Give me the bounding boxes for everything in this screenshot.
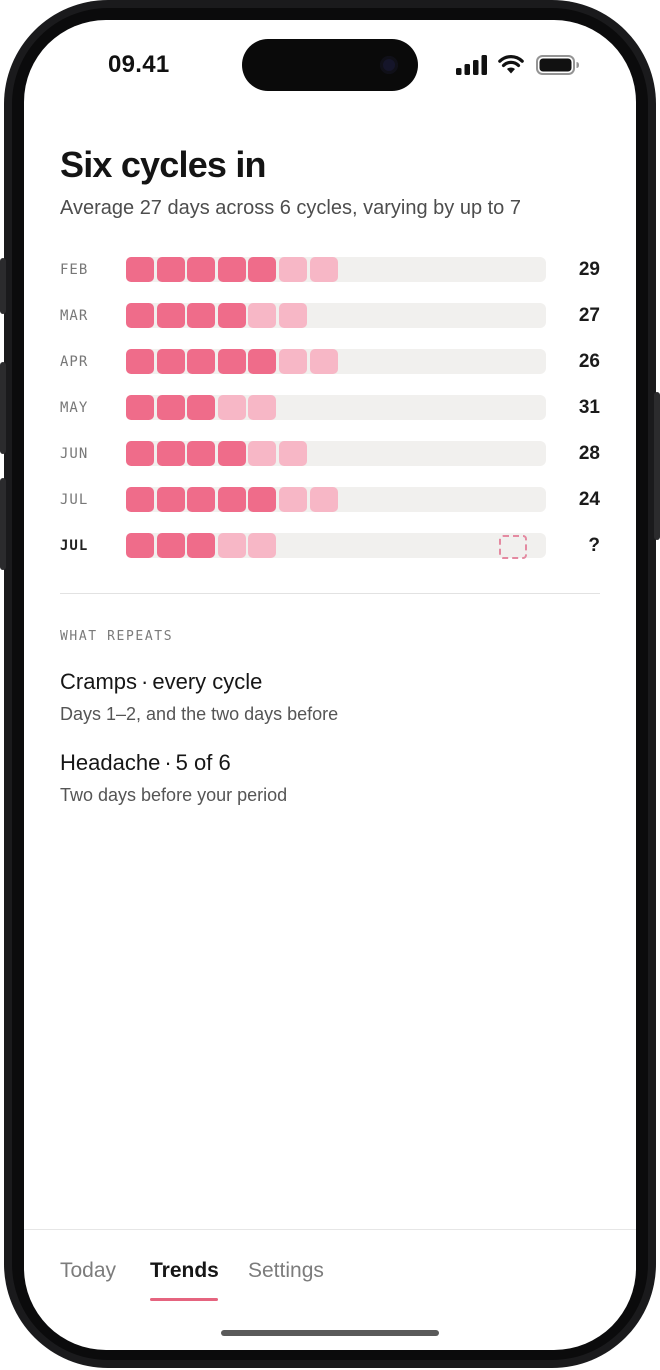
separator-dot: ·: [164, 750, 172, 775]
period-day-light: [279, 441, 307, 466]
pattern-detail: Two days before your period: [60, 785, 288, 805]
status-time: 09.41: [108, 51, 170, 78]
active-tab-indicator: [150, 1298, 218, 1301]
period-day-heavy: [187, 303, 216, 328]
period-day-light: [279, 303, 307, 328]
period-day-heavy: [156, 487, 185, 512]
period-day-heavy: [187, 395, 216, 420]
cycle-month-label: MAY: [60, 400, 89, 416]
period-day-heavy: [217, 441, 246, 466]
period-day-heavy: [126, 349, 154, 374]
period-day-light: [279, 349, 307, 374]
symptom-frequency: every cycle: [152, 669, 263, 694]
period-day-heavy: [187, 533, 216, 558]
period-day-light: [248, 533, 277, 558]
cycle-length: ?: [588, 535, 600, 556]
front-camera: [380, 56, 398, 74]
cycle-row: FEB 29: [60, 256, 600, 284]
pattern-detail: Days 1–2, and the two days before: [60, 704, 339, 724]
period-day-heavy: [126, 533, 154, 558]
cycle-month-label: JUN: [60, 446, 89, 462]
period-day-light: [248, 395, 277, 420]
period-day-heavy: [156, 349, 185, 374]
period-day-heavy: [217, 303, 246, 328]
symptom-name: Headache: [60, 750, 161, 775]
period-day-heavy: [217, 487, 246, 512]
period-day-light: [309, 487, 338, 512]
period-day-heavy: [187, 257, 216, 282]
period-day-heavy: [156, 257, 185, 282]
volume-up-button: [0, 362, 6, 454]
cycle-length: 31: [578, 397, 600, 418]
period-day-heavy: [187, 441, 216, 466]
tab-settings[interactable]: Settings: [248, 1259, 324, 1283]
dynamic-island: [242, 39, 418, 91]
cycle-row: JUN 28: [60, 440, 600, 468]
period-day-heavy: [248, 487, 277, 512]
cycle-length: 26: [578, 351, 600, 372]
cycle-month-label: APR: [60, 354, 89, 370]
period-day-heavy: [187, 487, 216, 512]
separator-dot: ·: [141, 669, 149, 694]
period-day-heavy: [156, 303, 185, 328]
cycle-length: 24: [578, 489, 600, 510]
period-day-heavy: [126, 257, 154, 282]
cycle-row-current: JUL?: [60, 532, 600, 560]
cycle-row: MAY 31: [60, 394, 600, 422]
period-day-heavy: [187, 349, 216, 374]
period-day-light: [309, 257, 338, 282]
app-screen: 09.41 Six cycles in Average 27 days acro…: [24, 20, 636, 1350]
cycle-length: 29: [578, 259, 600, 280]
cycle-month-label: JUL: [60, 492, 89, 508]
period-day-heavy: [126, 441, 154, 466]
period-day-heavy: [126, 487, 154, 512]
home-indicator[interactable]: [221, 1330, 439, 1336]
cellular-signal-icon: [456, 55, 487, 75]
period-day-heavy: [217, 257, 246, 282]
period-day-heavy: [126, 395, 154, 420]
period-day-light: [309, 349, 338, 374]
symptom-name: Cramps: [60, 669, 138, 694]
pattern-headache: Headache · 5 of 6 Two days before your per…: [60, 749, 600, 807]
power-button: [654, 392, 660, 540]
tab-today[interactable]: Today: [60, 1259, 116, 1283]
period-day-heavy: [156, 395, 185, 420]
period-day-heavy: [217, 349, 246, 374]
period-day-light: [217, 395, 246, 420]
pattern-title: Headache · 5 of 6: [60, 749, 600, 777]
period-day-light: [279, 257, 307, 282]
symptom-frequency: 5 of 6: [175, 750, 231, 775]
action-button: [0, 258, 6, 314]
cycle-row: MAR 27: [60, 302, 600, 330]
period-day-heavy: [248, 257, 277, 282]
cycle-month-label: FEB: [60, 262, 89, 278]
pattern-cramps: Cramps · every cycle Days 1–2, and the two…: [60, 668, 600, 726]
period-day-light: [217, 533, 246, 558]
wifi-icon: [498, 55, 524, 74]
section-label-what-repeats: WHAT REPEATS: [60, 629, 174, 644]
cycle-row: APR 26: [60, 348, 600, 376]
predicted-period-marker: [499, 535, 527, 559]
battery-icon: [536, 55, 579, 75]
page-subtitle: Average 27 days across 6 cycles, varying…: [60, 197, 521, 219]
cycle-row: JUL 24: [60, 486, 600, 514]
cycle-length: 27: [578, 305, 600, 326]
tab-bar-divider: [24, 1229, 636, 1230]
volume-down-button: [0, 478, 6, 570]
section-divider: [60, 593, 600, 594]
period-day-light: [248, 441, 277, 466]
page-title: Six cycles in: [60, 144, 267, 185]
period-day-heavy: [248, 349, 277, 374]
period-day-light: [279, 487, 307, 512]
period-day-light: [248, 303, 277, 328]
tab-trends[interactable]: Trends: [150, 1259, 219, 1283]
period-day-heavy: [156, 533, 185, 558]
cycle-month-label: MAR: [60, 308, 89, 324]
period-day-heavy: [126, 303, 154, 328]
cycle-length: 28: [578, 443, 600, 464]
pattern-title: Cramps · every cycle: [60, 668, 600, 696]
cycle-month-label: JUL: [60, 538, 89, 554]
period-day-heavy: [156, 441, 185, 466]
